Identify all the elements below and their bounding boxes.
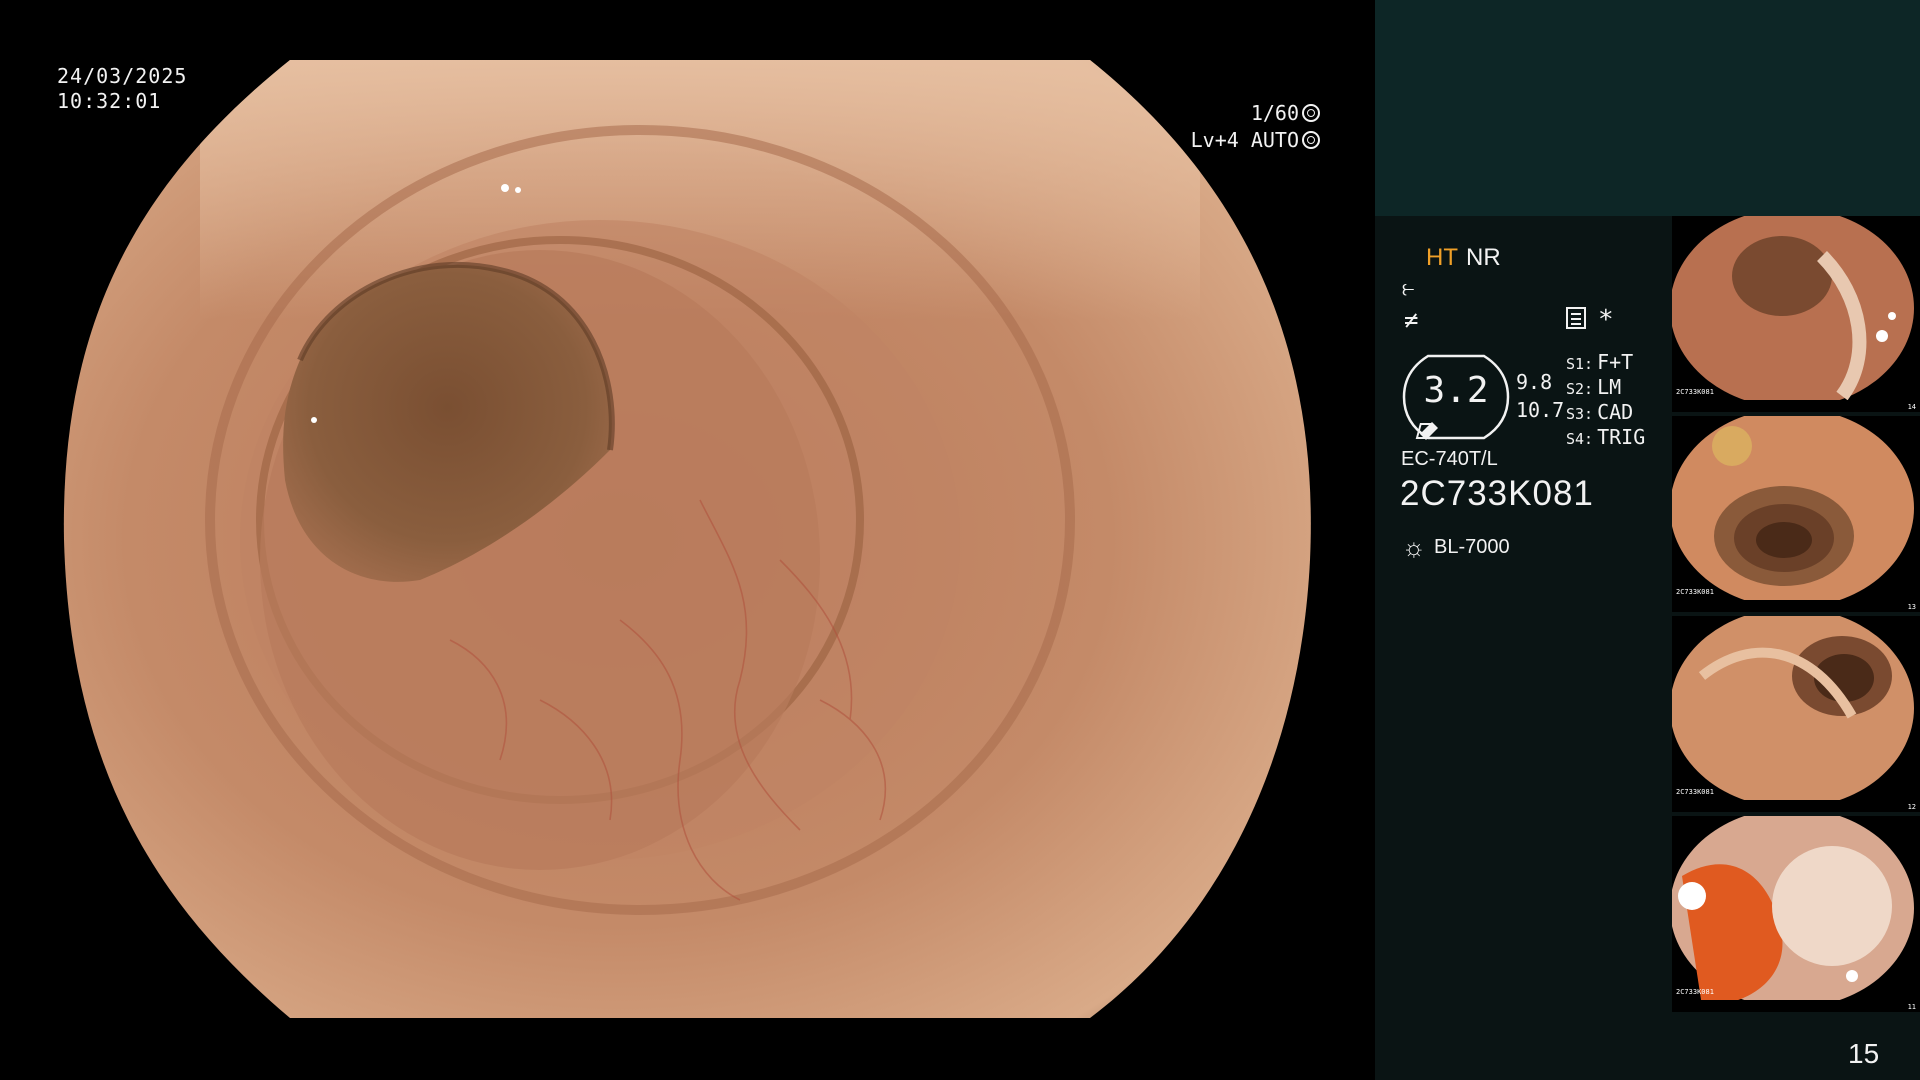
asterisk-icon: * bbox=[1598, 305, 1614, 335]
light-source: ☼ BL-7000 bbox=[1402, 532, 1510, 563]
thumbnail-number: 14 bbox=[1907, 403, 1916, 411]
switch-s3: S3: CAD bbox=[1566, 400, 1633, 424]
scope-serial: 2C733K081 bbox=[1400, 474, 1594, 513]
thumbnail-number: 13 bbox=[1907, 603, 1916, 611]
info-panel-header bbox=[1375, 0, 1920, 216]
thumbnail-number: 11 bbox=[1907, 1003, 1916, 1011]
page-number: 15 bbox=[1848, 1038, 1880, 1069]
thumbnail-image bbox=[1672, 216, 1914, 408]
thumbnail-label: 2C733K081 bbox=[1676, 988, 1714, 996]
thumbnail-1[interactable]: 2C733K081 14 bbox=[1672, 216, 1920, 412]
ht-indicator: HT bbox=[1426, 244, 1458, 271]
switch-value: CAD bbox=[1597, 400, 1634, 424]
light-source-icon: ☼ bbox=[1402, 532, 1426, 562]
list-icon bbox=[1566, 307, 1586, 329]
thumbnail-footer: 12 bbox=[1672, 800, 1920, 812]
switch-s2: S2: LM bbox=[1566, 375, 1621, 399]
thumbnail-label: 2C733K081 bbox=[1676, 388, 1714, 396]
value-1: 9.8 bbox=[1516, 370, 1553, 394]
switch-value: F+T bbox=[1597, 350, 1634, 374]
switch-value: TRIG bbox=[1597, 425, 1646, 449]
shutter-text: 1/60 bbox=[1250, 101, 1299, 125]
iris-icon bbox=[1302, 131, 1320, 149]
thumbnail-image bbox=[1672, 816, 1914, 1008]
thumbnail-4[interactable]: 2C733K081 11 bbox=[1672, 816, 1920, 1012]
thumbnail-2[interactable]: 2C733K081 13 bbox=[1672, 416, 1920, 612]
switch-key: S4: bbox=[1566, 430, 1594, 448]
level-readout: Lv+4 AUTO bbox=[1180, 127, 1320, 153]
switch-key: S1: bbox=[1566, 355, 1594, 373]
endoscope-view bbox=[0, 0, 1375, 1080]
thumbnail-footer: 13 bbox=[1672, 600, 1920, 612]
thumbnail-footer: 14 bbox=[1672, 400, 1920, 412]
scope-model: EC-740T/L bbox=[1401, 448, 1498, 470]
switch-key: S3: bbox=[1566, 405, 1594, 423]
endoscopic-image bbox=[63, 60, 1311, 1018]
shutter-readout: 1/60 bbox=[1230, 100, 1320, 126]
date-text: 24/03/2025 bbox=[57, 64, 188, 88]
thumbnail-image bbox=[1672, 616, 1914, 808]
switch-value: LM bbox=[1597, 375, 1622, 399]
thumbnail-label: 2C733K081 bbox=[1676, 588, 1714, 596]
thumbnail-number: 12 bbox=[1907, 803, 1916, 811]
enhancement-icon: ⥼ bbox=[1402, 276, 1415, 301]
bracket-value: 3.2 bbox=[1423, 370, 1489, 411]
contrast-icon: ≠ bbox=[1404, 306, 1419, 334]
switch-s1: S1: F+T bbox=[1566, 350, 1633, 374]
thumbnail-label: 2C733K081 bbox=[1676, 788, 1714, 796]
switch-key: S2: bbox=[1566, 380, 1594, 398]
thumbnail-image bbox=[1672, 416, 1914, 608]
datetime-display: 24/03/2025 10:32:01 bbox=[57, 64, 187, 114]
switch-s4: S4: TRIG bbox=[1566, 425, 1645, 449]
nr-indicator: NR bbox=[1466, 244, 1501, 271]
level-text: Lv+4 AUTO bbox=[1190, 128, 1299, 152]
mode-indicators: HT NR bbox=[1426, 244, 1501, 272]
shutter-icon bbox=[1302, 104, 1320, 122]
time-text: 10:32:01 bbox=[57, 89, 162, 113]
thumbnail-footer: 11 bbox=[1672, 1000, 1920, 1012]
light-source-text: BL-7000 bbox=[1434, 536, 1510, 558]
thumbnail-3[interactable]: 2C733K081 12 bbox=[1672, 616, 1920, 812]
value-2: 10.7 bbox=[1516, 398, 1565, 422]
